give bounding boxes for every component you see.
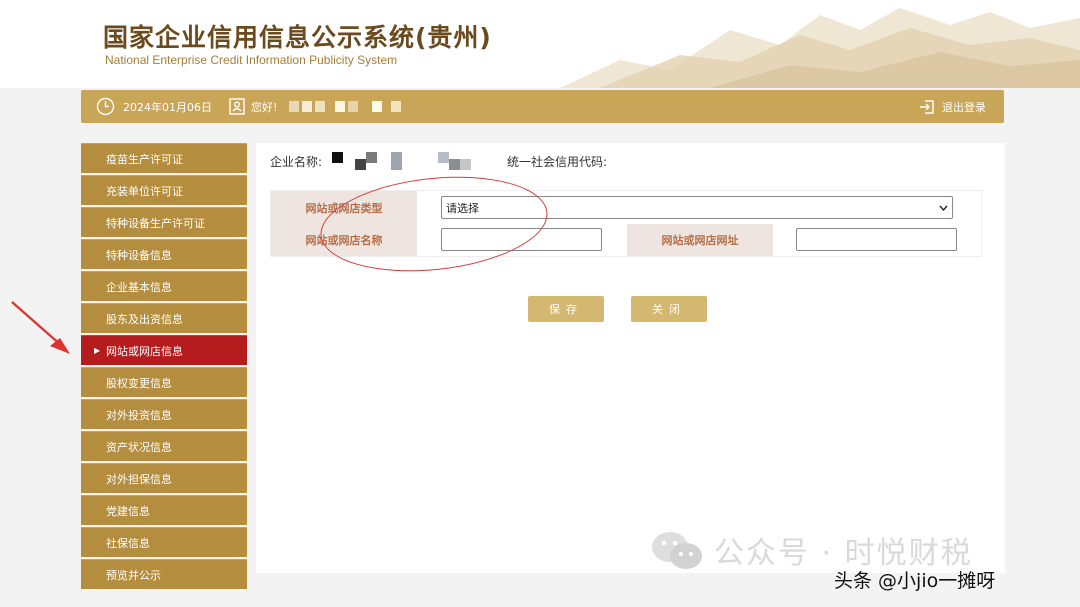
greeting-text: 您好! bbox=[251, 100, 278, 114]
company-name-redacted bbox=[332, 151, 472, 170]
clock-icon bbox=[96, 97, 115, 116]
sidebar-item-investment[interactable]: 对外投资信息 bbox=[81, 399, 247, 429]
sidebar-item-vaccine-license[interactable]: 疫苗生产许可证 bbox=[81, 143, 247, 173]
sidebar-item-guarantee[interactable]: 对外担保信息 bbox=[81, 463, 247, 493]
company-info-row: 企业名称: 统一社会信用代码: bbox=[270, 151, 607, 171]
sidebar-item-basic-info[interactable]: 企业基本信息 bbox=[81, 271, 247, 301]
sidebar-nav: 疫苗生产许可证 充装单位许可证 特种设备生产许可证 特种设备信息 企业基本信息 … bbox=[81, 143, 247, 591]
chevron-down-icon bbox=[939, 205, 948, 211]
sidebar-item-social-security[interactable]: 社保信息 bbox=[81, 527, 247, 557]
sidebar-item-preview-publish[interactable]: 预览并公示 bbox=[81, 559, 247, 589]
system-title: 国家企业信用信息公示系统(贵州) bbox=[103, 23, 492, 52]
username-redacted bbox=[289, 101, 404, 112]
site-header: 国家企业信用信息公示系统(贵州) National Enterprise Cre… bbox=[0, 0, 1080, 88]
website-url-input[interactable] bbox=[796, 228, 957, 251]
credit-text: 头条 @小jio一摊呀 bbox=[834, 570, 996, 592]
system-subtitle: National Enterprise Credit Information P… bbox=[105, 53, 398, 67]
user-greeting: 您好! bbox=[229, 90, 404, 123]
mountain-decoration bbox=[560, 8, 1080, 88]
sidebar-item-special-equipment-info[interactable]: 特种设备信息 bbox=[81, 239, 247, 269]
website-form: 网站或网店类型 请选择 网站或网店名称 网站或网店网址 bbox=[270, 190, 982, 257]
logout-icon bbox=[920, 99, 934, 114]
top-bar: 2024年01月06日 您好! 退出登录 bbox=[81, 90, 1004, 123]
website-name-input[interactable] bbox=[441, 228, 602, 251]
date-display: 2024年01月06日 bbox=[96, 90, 212, 123]
date-text: 2024年01月06日 bbox=[123, 100, 212, 114]
sidebar-item-party[interactable]: 党建信息 bbox=[81, 495, 247, 525]
website-type-select[interactable]: 请选择 bbox=[441, 196, 953, 219]
company-name-label: 企业名称: bbox=[270, 154, 323, 169]
annotation-arrow-icon bbox=[11, 301, 70, 354]
wechat-icon bbox=[652, 532, 702, 569]
play-triangle-icon: ▶ bbox=[94, 346, 101, 355]
website-type-label: 网站或网店类型 bbox=[271, 191, 417, 224]
main-panel: 企业名称: 统一社会信用代码: 网站或网店类型 请选择 网站或网店名称 网站或网… bbox=[256, 143, 1005, 573]
logout-button[interactable]: 退出登录 bbox=[919, 90, 986, 123]
sidebar-item-filling-license[interactable]: 充装单位许可证 bbox=[81, 175, 247, 205]
user-card-icon bbox=[229, 98, 245, 115]
website-name-label: 网站或网店名称 bbox=[271, 224, 417, 256]
logout-label: 退出登录 bbox=[942, 100, 986, 114]
select-value: 请选择 bbox=[446, 201, 479, 215]
save-button[interactable]: 保存 bbox=[528, 296, 604, 322]
sidebar-item-website[interactable]: ▶ 网站或网店信息 bbox=[81, 335, 247, 365]
close-button[interactable]: 关闭 bbox=[631, 296, 707, 322]
sidebar-item-assets[interactable]: 资产状况信息 bbox=[81, 431, 247, 461]
sidebar-item-equity-change[interactable]: 股权变更信息 bbox=[81, 367, 247, 397]
credit-code-label: 统一社会信用代码: bbox=[507, 154, 608, 169]
sidebar-item-special-equipment-license[interactable]: 特种设备生产许可证 bbox=[81, 207, 247, 237]
sidebar-item-shareholders[interactable]: 股东及出资信息 bbox=[81, 303, 247, 333]
website-url-label: 网站或网店网址 bbox=[627, 224, 773, 256]
